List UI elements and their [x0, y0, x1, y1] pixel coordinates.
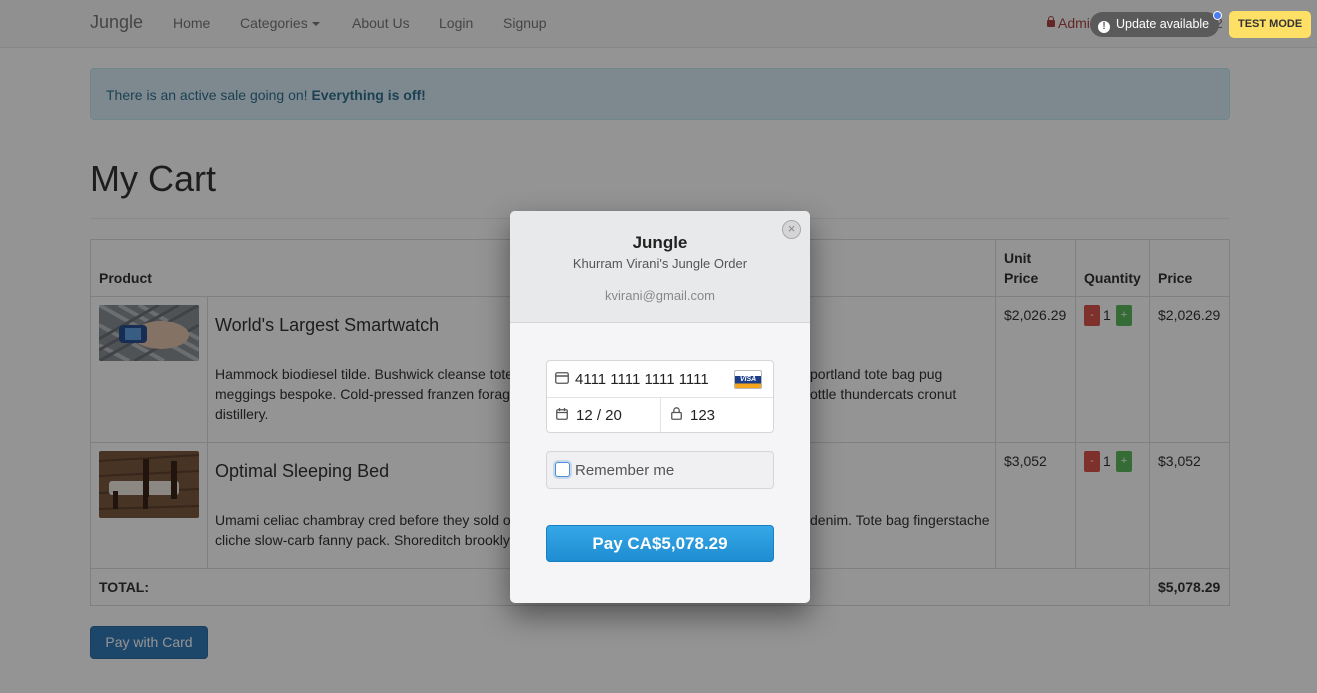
alert-icon: ! [1098, 21, 1110, 33]
calendar-icon [556, 408, 568, 420]
update-label: Update available [1116, 17, 1210, 31]
modal-subtitle: Khurram Virani's Jungle Order [572, 256, 748, 271]
remember-me-label: Remember me [575, 462, 675, 479]
modal-title: Jungle [632, 233, 688, 252]
credit-card-icon [555, 372, 569, 384]
visa-icon: VISA [734, 370, 762, 389]
card-number-input[interactable]: 4111 1111 1111 1111 [575, 371, 709, 388]
expiry-input[interactable]: 12 / 20 [576, 407, 622, 424]
modal-header: Jungle Khurram Virani's Jungle Order kvi… [510, 211, 810, 323]
card-fields: 4111 1111 1111 1111 VISA 12 / 20 123 [546, 360, 774, 433]
update-available-badge[interactable]: ! Update available [1090, 12, 1220, 37]
modal-email[interactable]: kvirani@gmail.com [510, 288, 810, 303]
close-button[interactable]: × [782, 220, 801, 239]
field-divider [660, 398, 661, 432]
remember-me-checkbox[interactable] [555, 462, 570, 477]
notification-dot [1213, 11, 1222, 20]
pay-button[interactable]: Pay CA$5,078.29 [546, 525, 774, 562]
lock-icon [671, 407, 682, 420]
card-brand-label: VISA [739, 376, 757, 383]
test-mode-badge: TEST MODE [1229, 11, 1312, 38]
cvc-input[interactable]: 123 [690, 407, 715, 424]
checkout-modal: Jungle Khurram Virani's Jungle Order kvi… [510, 211, 810, 603]
remember-me-row[interactable]: Remember me [546, 451, 774, 489]
